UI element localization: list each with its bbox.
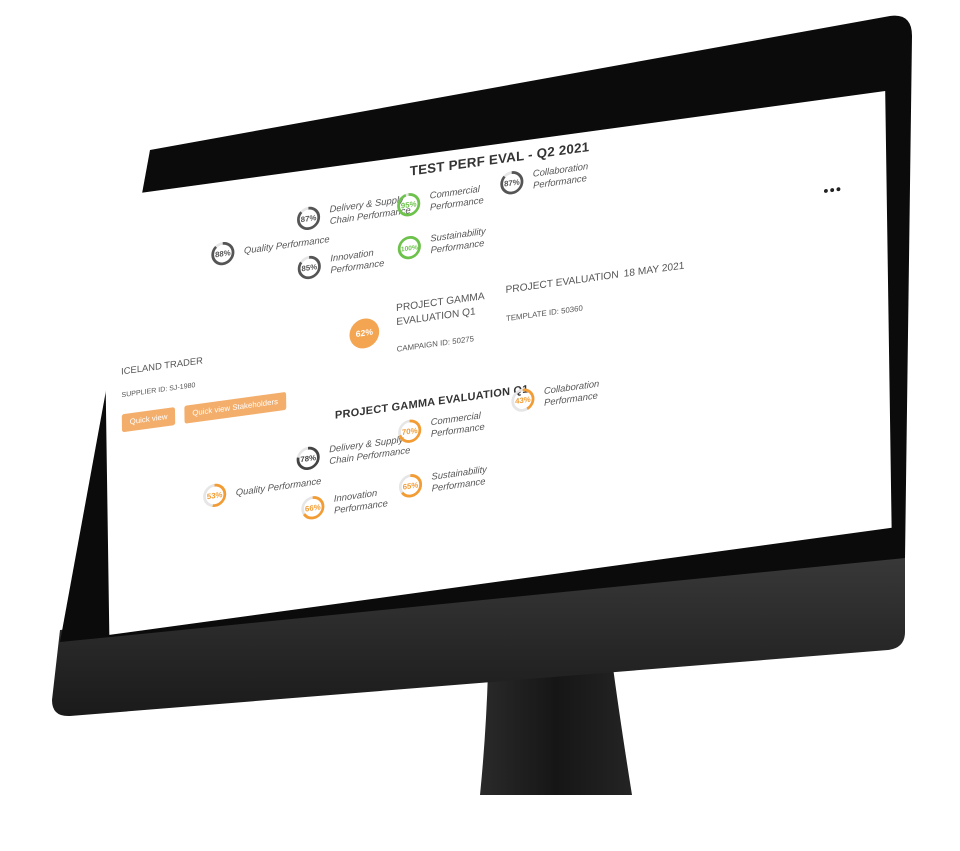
eval2-gauge-commercial[interactable]: 70% Commercial Performance <box>396 408 485 447</box>
eval2-gauge-sustainability[interactable]: 65% Sustainability Performance <box>397 462 487 501</box>
gauge-percent-quality: 88% <box>215 248 231 259</box>
gauge-percent-sustainability: 65% <box>403 481 419 492</box>
project-name[interactable]: PROJECT GAMMA EVALUATION Q1 <box>396 289 485 329</box>
gauge-percent-delivery: 78% <box>300 453 316 464</box>
template-id: TEMPLATE ID: 50360 <box>505 304 583 324</box>
gauge-percent-sustainability: 100% <box>401 244 418 253</box>
quick-view-stakeholders-button[interactable]: Quick view Stakeholders <box>184 391 286 424</box>
gauge-percent-commercial: 95% <box>401 199 417 210</box>
eval1-gauge-commercial[interactable]: 95% Commercial Performance <box>395 181 484 220</box>
quick-view-button[interactable]: Quick view <box>121 407 176 433</box>
project-date: 18 MAY 2021 <box>623 259 685 280</box>
supplier-id: SUPPLIER ID: SJ-1980 <box>121 380 196 399</box>
eval1-gauge-quality-ring: 88% <box>211 241 235 266</box>
monitor: TEST PERF EVAL - Q2 2021 88% Quality Per… <box>0 0 960 851</box>
campaign-id: CAMPAIGN ID: 50275 <box>396 334 475 355</box>
eval1-gauge-sustainability[interactable]: 100% Sustainability Performance <box>396 224 486 263</box>
project-type: PROJECT EVALUATION <box>505 268 619 296</box>
supplier-name: ICELAND TRADER <box>121 354 203 377</box>
gauge-percent-commercial: 70% <box>402 426 418 437</box>
gauge-percent-innovation: 85% <box>301 262 317 273</box>
eval1-gauge-delivery[interactable]: 87% Delivery & Supply Chain Performance <box>295 191 411 233</box>
project-score-badge: 62% <box>349 316 380 351</box>
gauge-percent-collaboration: 43% <box>515 395 531 406</box>
more-options-icon[interactable] <box>823 187 841 194</box>
gauge-percent-quality: 53% <box>207 490 223 501</box>
eval2-gauge-delivery[interactable]: 78% Delivery & Supply Chain Performance <box>295 431 411 473</box>
gauge-percent-innovation: 66% <box>305 502 321 513</box>
gauge-percent-delivery: 87% <box>301 213 317 224</box>
gauge-percent-collaboration: 87% <box>504 177 520 188</box>
